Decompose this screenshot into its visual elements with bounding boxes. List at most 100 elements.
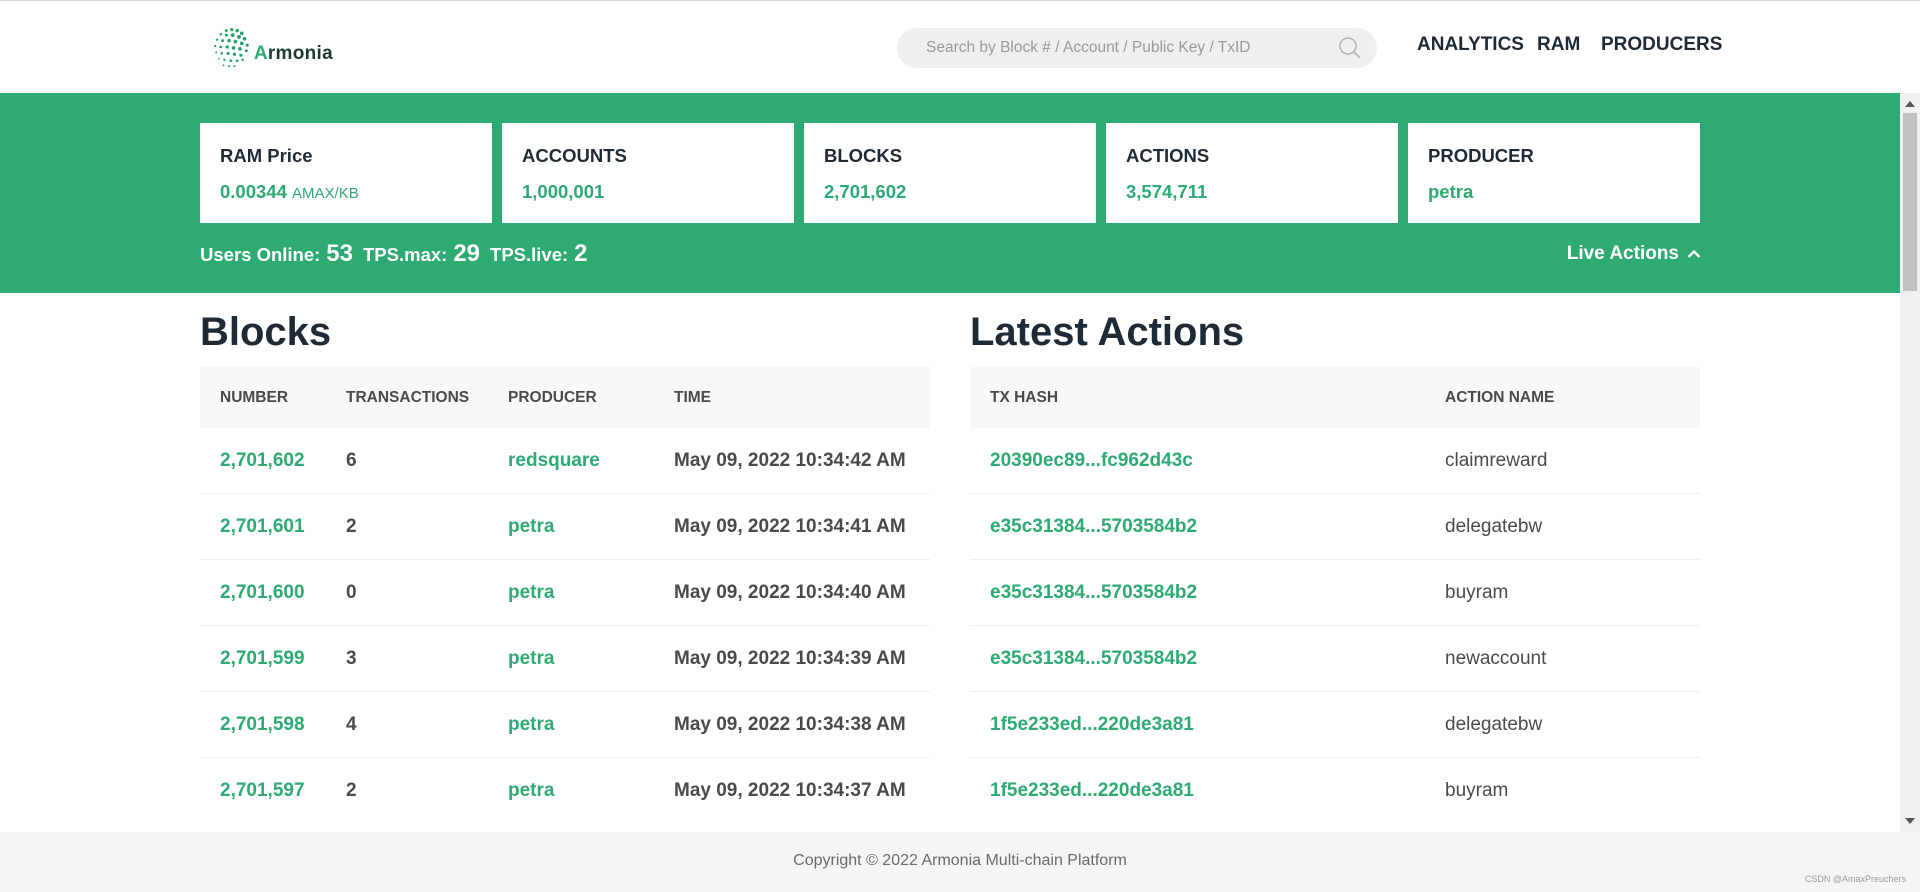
- tx-hash-link[interactable]: 1f5e233ed...220de3a81: [990, 780, 1194, 802]
- stats-band: RAM Price 0.00344 AMAX/KB ACCOUNTS 1,000…: [0, 93, 1900, 293]
- search-input[interactable]: [926, 39, 1326, 57]
- table-row: 2,701,600 0 petra May 09, 2022 10:34:40 …: [200, 560, 930, 626]
- block-time: May 09, 2022 10:34:37 AM: [674, 780, 906, 801]
- stat-card-value: 0.00344 AMAX/KB: [220, 181, 472, 203]
- action-name: delegatebw: [1445, 516, 1543, 537]
- column-header-transactions: TRANSACTIONS: [346, 389, 470, 406]
- block-time: May 09, 2022 10:34:42 AM: [674, 450, 906, 471]
- block-time: May 09, 2022 10:34:40 AM: [674, 582, 906, 603]
- nav-producers[interactable]: PRODUCERS: [1601, 34, 1722, 56]
- block-producer-link[interactable]: petra: [508, 516, 554, 538]
- tps-live-value: 2: [574, 240, 588, 267]
- stat-card-blocks[interactable]: BLOCKS 2,701,602: [804, 123, 1096, 223]
- block-time: May 09, 2022 10:34:41 AM: [674, 516, 906, 537]
- tps-max-label: TPS.max:: [363, 244, 448, 265]
- block-producer-link[interactable]: petra: [508, 714, 554, 736]
- table-row: 2,701,598 4 petra May 09, 2022 10:34:38 …: [200, 692, 930, 758]
- block-number-link[interactable]: 2,701,598: [220, 714, 305, 736]
- nav-ram[interactable]: RAM: [1537, 34, 1580, 56]
- blocks-title: Blocks: [200, 310, 332, 354]
- stat-card-actions[interactable]: ACTIONS 3,574,711: [1106, 123, 1398, 223]
- block-number-link[interactable]: 2,701,599: [220, 648, 305, 670]
- table-row: 2,701,599 3 petra May 09, 2022 10:34:39 …: [200, 626, 930, 692]
- table-row: 1f5e233ed...220de3a81 buyram: [970, 758, 1700, 824]
- action-name: delegatebw: [1445, 714, 1543, 735]
- tx-hash-link[interactable]: 1f5e233ed...220de3a81: [990, 714, 1194, 736]
- live-actions-toggle[interactable]: Live Actions: [1567, 243, 1701, 265]
- block-number-link[interactable]: 2,701,601: [220, 516, 305, 538]
- tps-live-label: TPS.live:: [490, 244, 569, 265]
- block-number-link[interactable]: 2,701,597: [220, 780, 305, 802]
- table-row: e35c31384...5703584b2 delegatebw: [970, 494, 1700, 560]
- action-name: newaccount: [1445, 648, 1547, 669]
- column-header-time: TIME: [674, 389, 712, 406]
- live-stats: Users Online: 53 TPS.max: 29 TPS.live: 2: [200, 240, 598, 268]
- stat-card-title: BLOCKS: [824, 145, 903, 166]
- blocks-table-header: NUMBER TRANSACTIONS PRODUCER TIME: [200, 367, 930, 428]
- stat-card-title: ACCOUNTS: [522, 145, 627, 166]
- block-number-link[interactable]: 2,701,600: [220, 582, 305, 604]
- actions-table-header: TX HASH ACTION NAME: [970, 367, 1700, 428]
- watermark-text: CSDN @AmaxPreuchers: [1804, 874, 1906, 884]
- ram-price-unit: AMAX/KB: [292, 185, 359, 202]
- table-row: e35c31384...5703584b2 newaccount: [970, 626, 1700, 692]
- logo-text: Armonia: [254, 43, 333, 65]
- tx-hash-link[interactable]: e35c31384...5703584b2: [990, 516, 1197, 538]
- top-header: Armonia ANALYTICS RAM PRODUCERS: [0, 0, 1920, 93]
- stat-card-title: ACTIONS: [1126, 145, 1210, 166]
- block-producer-link[interactable]: petra: [508, 780, 554, 802]
- nav-analytics[interactable]: ANALYTICS: [1417, 34, 1524, 56]
- stat-card-accounts[interactable]: ACCOUNTS 1,000,001: [502, 123, 794, 223]
- page-footer: Copyright © 2022 Armonia Multi-chain Pla…: [0, 832, 1920, 892]
- scroll-thumb[interactable]: [1903, 113, 1917, 291]
- block-transactions: 6: [346, 450, 357, 471]
- action-name: buyram: [1445, 582, 1509, 603]
- stat-card-title: RAM Price: [220, 145, 313, 166]
- scroll-up-arrow-icon[interactable]: [1905, 101, 1915, 107]
- stat-card-value: 3,574,711: [1126, 181, 1208, 202]
- block-producer-link[interactable]: petra: [508, 648, 554, 670]
- table-row: e35c31384...5703584b2 buyram: [970, 560, 1700, 626]
- logo-initial: A: [253, 43, 268, 64]
- scroll-down-arrow-icon[interactable]: [1905, 818, 1915, 824]
- column-header-producer: PRODUCER: [508, 389, 597, 406]
- stat-card-producer[interactable]: PRODUCER petra: [1408, 123, 1700, 223]
- table-row: 20390ec89...fc962d43c claimreward: [970, 428, 1700, 494]
- armonia-logo[interactable]: Armonia: [208, 21, 333, 73]
- action-name: buyram: [1445, 780, 1509, 801]
- users-online-value: 53: [326, 240, 353, 267]
- block-number-link[interactable]: 2,701,602: [220, 450, 305, 472]
- stat-card-title: PRODUCER: [1428, 145, 1534, 166]
- tx-hash-link[interactable]: e35c31384...5703584b2: [990, 648, 1197, 670]
- table-row: 1f5e233ed...220de3a81 delegatebw: [970, 692, 1700, 758]
- block-time: May 09, 2022 10:34:39 AM: [674, 648, 906, 669]
- page-scrollbar[interactable]: [1900, 93, 1920, 832]
- block-time: May 09, 2022 10:34:38 AM: [674, 714, 906, 735]
- stat-card-ram-price[interactable]: RAM Price 0.00344 AMAX/KB: [200, 123, 492, 223]
- live-actions-label: Live Actions: [1566, 243, 1679, 264]
- stat-card-value: 2,701,602: [824, 181, 907, 202]
- stat-card-value: 1,000,001: [522, 181, 605, 202]
- tx-hash-link[interactable]: 20390ec89...fc962d43c: [990, 450, 1193, 472]
- block-producer-link[interactable]: redsquare: [508, 450, 600, 472]
- chevron-up-icon: [1687, 249, 1701, 258]
- block-transactions: 0: [346, 582, 357, 603]
- block-producer-link[interactable]: petra: [508, 582, 554, 604]
- table-row: 2,701,597 2 petra May 09, 2022 10:34:37 …: [200, 758, 930, 824]
- table-row: 2,701,601 2 petra May 09, 2022 10:34:41 …: [200, 494, 930, 560]
- search-bar[interactable]: [897, 28, 1377, 68]
- table-row: 2,701,602 6 redsquare May 09, 2022 10:34…: [200, 428, 930, 494]
- tx-hash-link[interactable]: e35c31384...5703584b2: [990, 582, 1197, 604]
- latest-actions-title: Latest Actions: [970, 310, 1245, 354]
- stat-card-value[interactable]: petra: [1428, 181, 1680, 203]
- block-transactions: 4: [346, 714, 357, 735]
- block-transactions: 2: [346, 516, 357, 537]
- action-name: claimreward: [1445, 450, 1548, 471]
- users-online-label: Users Online:: [200, 244, 321, 265]
- ram-price-value: 0.00344: [220, 181, 287, 202]
- block-transactions: 3: [346, 648, 357, 669]
- search-icon[interactable]: [1338, 36, 1362, 60]
- logo-wordmark: rmonia: [267, 43, 333, 64]
- column-header-action-name: ACTION NAME: [1445, 389, 1555, 406]
- globe-logo-icon: [209, 26, 251, 68]
